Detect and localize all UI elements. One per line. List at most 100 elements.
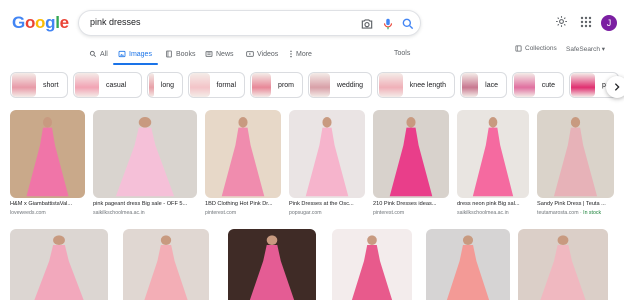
- tools-button[interactable]: Tools: [394, 50, 410, 57]
- result-source: pinterest.com: [373, 210, 449, 216]
- result-thumbnail[interactable]: [10, 110, 85, 198]
- source-domain: saikilkschoolmea.ac.in: [457, 210, 509, 216]
- chip-knee-length[interactable]: knee length: [377, 72, 455, 98]
- chip-prom[interactable]: prom: [250, 72, 303, 98]
- refinement-chips: short casual long formal prom wedding knee len…: [10, 72, 619, 100]
- chip-thumbnail: [12, 73, 36, 97]
- chip-label: formal: [216, 81, 236, 89]
- chip-thumbnail: [252, 73, 272, 97]
- chip-thumbnail: [379, 73, 403, 97]
- image-result[interactable]: H&M x GiambattistaVal... loveweeds.com: [10, 110, 85, 216]
- source-domain: pinterest.com: [373, 210, 405, 216]
- chip-lace[interactable]: lace: [460, 72, 507, 98]
- image-result[interactable]: Pink Dresses at the Osc... popsugar.com: [289, 110, 365, 216]
- collections-label: Collections: [525, 45, 557, 52]
- tab-all[interactable]: All: [89, 50, 108, 58]
- result-thumbnail[interactable]: [289, 110, 365, 198]
- image-result[interactable]: [332, 229, 412, 300]
- chip-casual[interactable]: casual: [73, 72, 142, 98]
- account-avatar[interactable]: J: [601, 15, 617, 31]
- in-stock-badge: In stock: [583, 210, 602, 216]
- search-icon[interactable]: [401, 17, 415, 31]
- image-result[interactable]: [10, 229, 108, 300]
- source-domain: saikilkschoolmea.ac.in: [93, 210, 145, 216]
- chip-short[interactable]: short: [10, 72, 68, 98]
- chip-thumbnail: [514, 73, 535, 97]
- image-result[interactable]: [228, 229, 316, 300]
- tab-books[interactable]: Books: [165, 50, 195, 58]
- settings-icon[interactable]: [555, 15, 568, 33]
- result-title[interactable]: pink pageant dress Big sale - OFF 5...: [93, 201, 197, 207]
- tab-news[interactable]: News: [205, 50, 234, 58]
- safesearch-label: SafeSearch: [566, 46, 600, 53]
- chip-formal[interactable]: formal: [188, 72, 245, 98]
- tab-all-label: All: [100, 50, 108, 58]
- result-source: popsugar.com: [289, 210, 365, 216]
- result-title[interactable]: Sandy Pink Dress | Teuta ...: [537, 201, 614, 207]
- image-result[interactable]: [518, 229, 608, 300]
- chip-thumbnail: [310, 73, 330, 97]
- image-icon: [118, 50, 126, 58]
- book-icon: [166, 50, 172, 58]
- tab-videos[interactable]: Videos: [246, 50, 278, 58]
- scroll-right-button[interactable]: [606, 76, 624, 98]
- image-result[interactable]: Sandy Pink Dress | Teuta ... teutamarosta…: [537, 110, 614, 216]
- chip-long[interactable]: long: [147, 72, 183, 98]
- collections-icon: [515, 45, 522, 52]
- google-logo[interactable]: Google: [12, 13, 69, 33]
- result-thumbnail[interactable]: [205, 110, 281, 198]
- chip-thumbnail: [190, 73, 210, 97]
- search-input[interactable]: pink dresses: [90, 17, 141, 27]
- tab-more-label: More: [296, 50, 312, 58]
- chip-thumbnail: [571, 73, 595, 97]
- image-result[interactable]: dress neon pink Big sal... saikilkschoolm…: [457, 110, 529, 216]
- chip-label: prom: [278, 81, 294, 89]
- chip-label: knee length: [409, 81, 446, 89]
- dropdown-arrow-icon: ▾: [601, 46, 606, 53]
- tab-images-label: Images: [129, 50, 152, 58]
- result-title[interactable]: 1BD Clothing Hot Pink Dr...: [205, 201, 281, 207]
- microphone-icon[interactable]: [381, 17, 395, 31]
- image-result[interactable]: pink pageant dress Big sale - OFF 5... sa…: [93, 110, 197, 216]
- collections-button[interactable]: Collections: [515, 45, 557, 52]
- image-result[interactable]: [123, 229, 209, 300]
- chevron-right-icon: [614, 83, 620, 91]
- source-domain: loveweeds.com: [10, 210, 46, 216]
- logo-letter: G: [12, 13, 25, 32]
- result-title[interactable]: Pink Dresses at the Osc...: [289, 201, 365, 207]
- logo-letter: e: [59, 13, 69, 32]
- chip-label: lace: [485, 81, 498, 89]
- image-result[interactable]: 1BD Clothing Hot Pink Dr... pinterest.com: [205, 110, 281, 216]
- chip-label: cute: [541, 81, 555, 89]
- result-source: teutamarosta.com · In stock: [537, 210, 602, 216]
- result-thumbnail[interactable]: [93, 110, 197, 198]
- safesearch-button[interactable]: SafeSearch ▾: [566, 45, 605, 53]
- tab-news-label: News: [216, 50, 234, 58]
- camera-icon[interactable]: [360, 17, 374, 31]
- tab-images[interactable]: Images: [118, 50, 152, 58]
- logo-letter: o: [24, 13, 36, 32]
- chip-wedding[interactable]: wedding: [308, 72, 372, 98]
- result-thumbnail[interactable]: [457, 110, 529, 198]
- result-thumbnail[interactable]: [537, 110, 614, 198]
- image-result[interactable]: 210 Pink Dresses ideas... pinterest.com: [373, 110, 449, 216]
- result-source: saikilkschoolmea.ac.in: [457, 210, 529, 216]
- active-tab-indicator: [113, 63, 158, 65]
- result-title[interactable]: dress neon pink Big sal...: [457, 201, 529, 207]
- news-icon: [205, 51, 213, 57]
- search-bar[interactable]: pink dresses: [78, 10, 421, 36]
- chip-cute[interactable]: cute: [512, 72, 564, 98]
- source-domain: popsugar.com: [289, 210, 322, 216]
- chip-thumbnail: [462, 73, 479, 97]
- result-source: pinterest.com: [205, 210, 281, 216]
- result-thumbnail[interactable]: [373, 110, 449, 198]
- image-result[interactable]: [426, 229, 510, 300]
- logo-letter: g: [45, 13, 56, 32]
- more-vertical-icon: [290, 50, 292, 58]
- chip-label: wedding: [336, 81, 363, 89]
- result-title[interactable]: 210 Pink Dresses ideas...: [373, 201, 449, 207]
- tab-more[interactable]: More: [289, 50, 312, 58]
- chip-thumbnail: [149, 73, 154, 97]
- apps-grid-icon[interactable]: [580, 15, 592, 33]
- result-title[interactable]: H&M x GiambattistaVal...: [10, 201, 85, 207]
